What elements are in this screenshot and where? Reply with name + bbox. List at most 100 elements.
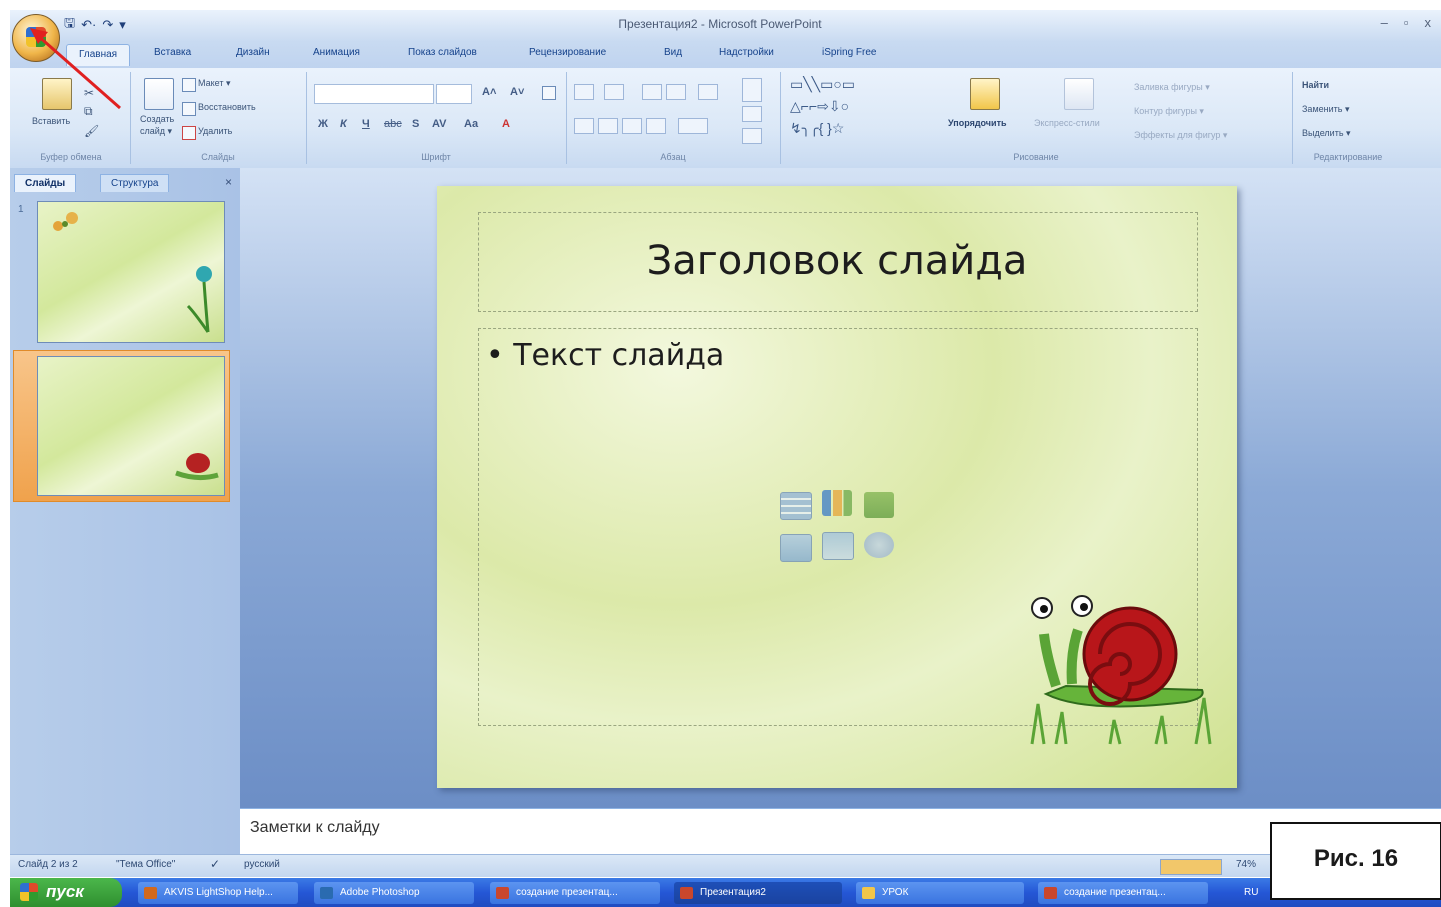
text-direction-icon[interactable] <box>742 78 762 102</box>
quick-styles-button[interactable]: Экспресс-стили <box>1034 118 1100 128</box>
flower-icon <box>53 212 212 333</box>
view-buttons-icon[interactable] <box>1160 859 1222 875</box>
strikethrough-button[interactable]: abc <box>384 118 402 130</box>
slide-thumbnail-2[interactable] <box>37 356 225 496</box>
find-button[interactable]: Найти <box>1302 80 1329 90</box>
insert-picture-icon[interactable] <box>780 534 812 562</box>
tab-ispring[interactable]: iSpring Free <box>822 47 876 58</box>
align-right-icon[interactable] <box>622 118 642 134</box>
task-folder[interactable]: УРОК <box>856 882 1024 904</box>
slide-thumbnail-1[interactable] <box>37 201 225 343</box>
italic-button[interactable]: К <box>340 118 347 130</box>
layout-button[interactable]: Макет ▾ <box>198 78 231 89</box>
shape-fill-button[interactable]: Заливка фигуры ▾ <box>1134 82 1210 93</box>
change-case-button[interactable]: Aa <box>464 118 478 130</box>
replace-button[interactable]: Заменить ▾ <box>1302 104 1349 115</box>
slides-group: Создать слайд ▾ Макет ▾ Восстановить Уда… <box>130 72 307 164</box>
close-button[interactable]: x <box>1425 15 1432 30</box>
underline-button[interactable]: Ч <box>362 118 370 130</box>
tab-slides[interactable]: Слайды <box>14 174 77 192</box>
insert-media-icon[interactable] <box>864 532 894 558</box>
figure-label: Рис. 16 <box>1270 822 1441 900</box>
arrange-icon[interactable] <box>970 78 1000 110</box>
delete-icon <box>182 126 196 140</box>
new-slide-icon[interactable] <box>144 78 174 110</box>
arrange-button[interactable]: Упорядочить <box>948 118 1007 128</box>
align-text-icon[interactable] <box>742 106 762 122</box>
task-doc2[interactable]: создание презентац... <box>1038 882 1208 904</box>
shrink-font-button[interactable]: A˅ <box>510 86 524 98</box>
shapes-row1-icon[interactable]: ▭╲╲▭○▭ <box>790 76 855 93</box>
minimize-button[interactable]: – <box>1381 15 1388 30</box>
insert-smartart-icon[interactable] <box>864 492 894 518</box>
shapes-row2-icon[interactable]: △⌐⌐⇨⇩○ <box>790 98 849 115</box>
shapes-row3-icon[interactable]: ↯╮╭{ }☆ <box>790 120 844 137</box>
font-size-dropdown[interactable] <box>436 84 472 104</box>
new-slide-button-line1[interactable]: Создать <box>140 114 174 124</box>
task-photoshop-label: Adobe Photoshop <box>340 887 420 898</box>
notes-pane[interactable] <box>240 808 1441 855</box>
status-language[interactable]: русский <box>244 859 280 870</box>
quick-styles-icon[interactable] <box>1064 78 1094 110</box>
status-theme: "Тема Office" <box>116 859 176 870</box>
bullets-icon[interactable] <box>574 84 594 100</box>
task-akvis[interactable]: AKVIS LightShop Help... <box>138 882 298 904</box>
drawing-group-label: Рисование <box>1013 152 1059 162</box>
tab-insert[interactable]: Вставка <box>154 47 191 58</box>
smartart-icon[interactable] <box>742 128 762 144</box>
slide-bullet-text[interactable]: • Текст слайда <box>486 338 724 373</box>
task-doc1-label: создание презентац... <box>516 887 618 898</box>
task-presentation2[interactable]: Презентация2 <box>674 882 842 904</box>
tab-slideshow[interactable]: Показ слайдов <box>408 47 477 58</box>
insert-chart-icon[interactable] <box>822 490 852 516</box>
bold-button[interactable]: Ж <box>318 118 328 130</box>
decrease-indent-icon[interactable] <box>642 84 662 100</box>
columns-icon[interactable] <box>678 118 708 134</box>
char-spacing-button[interactable]: AV <box>432 118 446 130</box>
shape-outline-button[interactable]: Контур фигуры ▾ <box>1134 106 1204 117</box>
increase-indent-icon[interactable] <box>666 84 686 100</box>
folder-icon <box>862 887 875 899</box>
new-slide-button-line2[interactable]: слайд ▾ <box>140 126 172 137</box>
align-center-icon[interactable] <box>598 118 618 134</box>
shape-effects-button[interactable]: Эффекты для фигур ▾ <box>1134 130 1227 141</box>
clipboard-group-label: Буфер обмена <box>40 152 102 162</box>
keyboard-language[interactable]: RU <box>1244 887 1258 898</box>
tab-design[interactable]: Дизайн <box>236 47 270 58</box>
zoom-level[interactable]: 74% <box>1236 859 1256 870</box>
insert-table-icon[interactable] <box>780 492 812 520</box>
snail-illustration-icon <box>1030 595 1212 745</box>
clear-format-icon[interactable] <box>542 86 556 100</box>
editing-group-label: Редактирование <box>1313 152 1383 162</box>
notes-placeholder[interactable]: Заметки к слайду <box>250 819 380 837</box>
tab-outline[interactable]: Структура <box>100 174 170 192</box>
task-photoshop[interactable]: Adobe Photoshop <box>314 882 474 904</box>
align-left-icon[interactable] <box>574 118 594 134</box>
line-spacing-icon[interactable] <box>698 84 718 100</box>
shadow-button[interactable]: S <box>412 118 419 130</box>
delete-button[interactable]: Удалить <box>198 126 232 136</box>
justify-icon[interactable] <box>646 118 666 134</box>
format-painter-icon[interactable]: 🖌 <box>84 124 99 138</box>
annotation-arrow-icon <box>30 28 121 110</box>
font-color-button[interactable]: A <box>502 118 510 130</box>
tab-animation[interactable]: Анимация <box>313 47 360 58</box>
tab-review[interactable]: Рецензирование <box>529 47 606 58</box>
tab-addins[interactable]: Надстройки <box>719 47 774 58</box>
start-button[interactable]: пуск <box>10 878 122 907</box>
reset-button[interactable]: Восстановить <box>198 102 256 112</box>
spellcheck-icon[interactable]: ✓ <box>210 857 220 871</box>
start-label: пуск <box>46 882 84 901</box>
numbering-icon[interactable] <box>604 84 624 100</box>
close-pane-icon[interactable]: × <box>225 175 232 189</box>
grow-font-button[interactable]: A˄ <box>482 86 496 98</box>
tab-view[interactable]: Вид <box>664 47 682 58</box>
insert-clipart-icon[interactable] <box>822 532 854 560</box>
editing-group: Найти Заменить ▾ Выделить ▾ Редактирован… <box>1292 72 1404 164</box>
select-button[interactable]: Выделить ▾ <box>1302 128 1351 139</box>
font-name-dropdown[interactable] <box>314 84 434 104</box>
task-doc1[interactable]: создание презентац... <box>490 882 660 904</box>
ppt-icon <box>1044 887 1057 899</box>
slide-title[interactable]: Заголовок слайда <box>478 238 1196 284</box>
maximize-button[interactable]: ▫ <box>1404 15 1409 30</box>
